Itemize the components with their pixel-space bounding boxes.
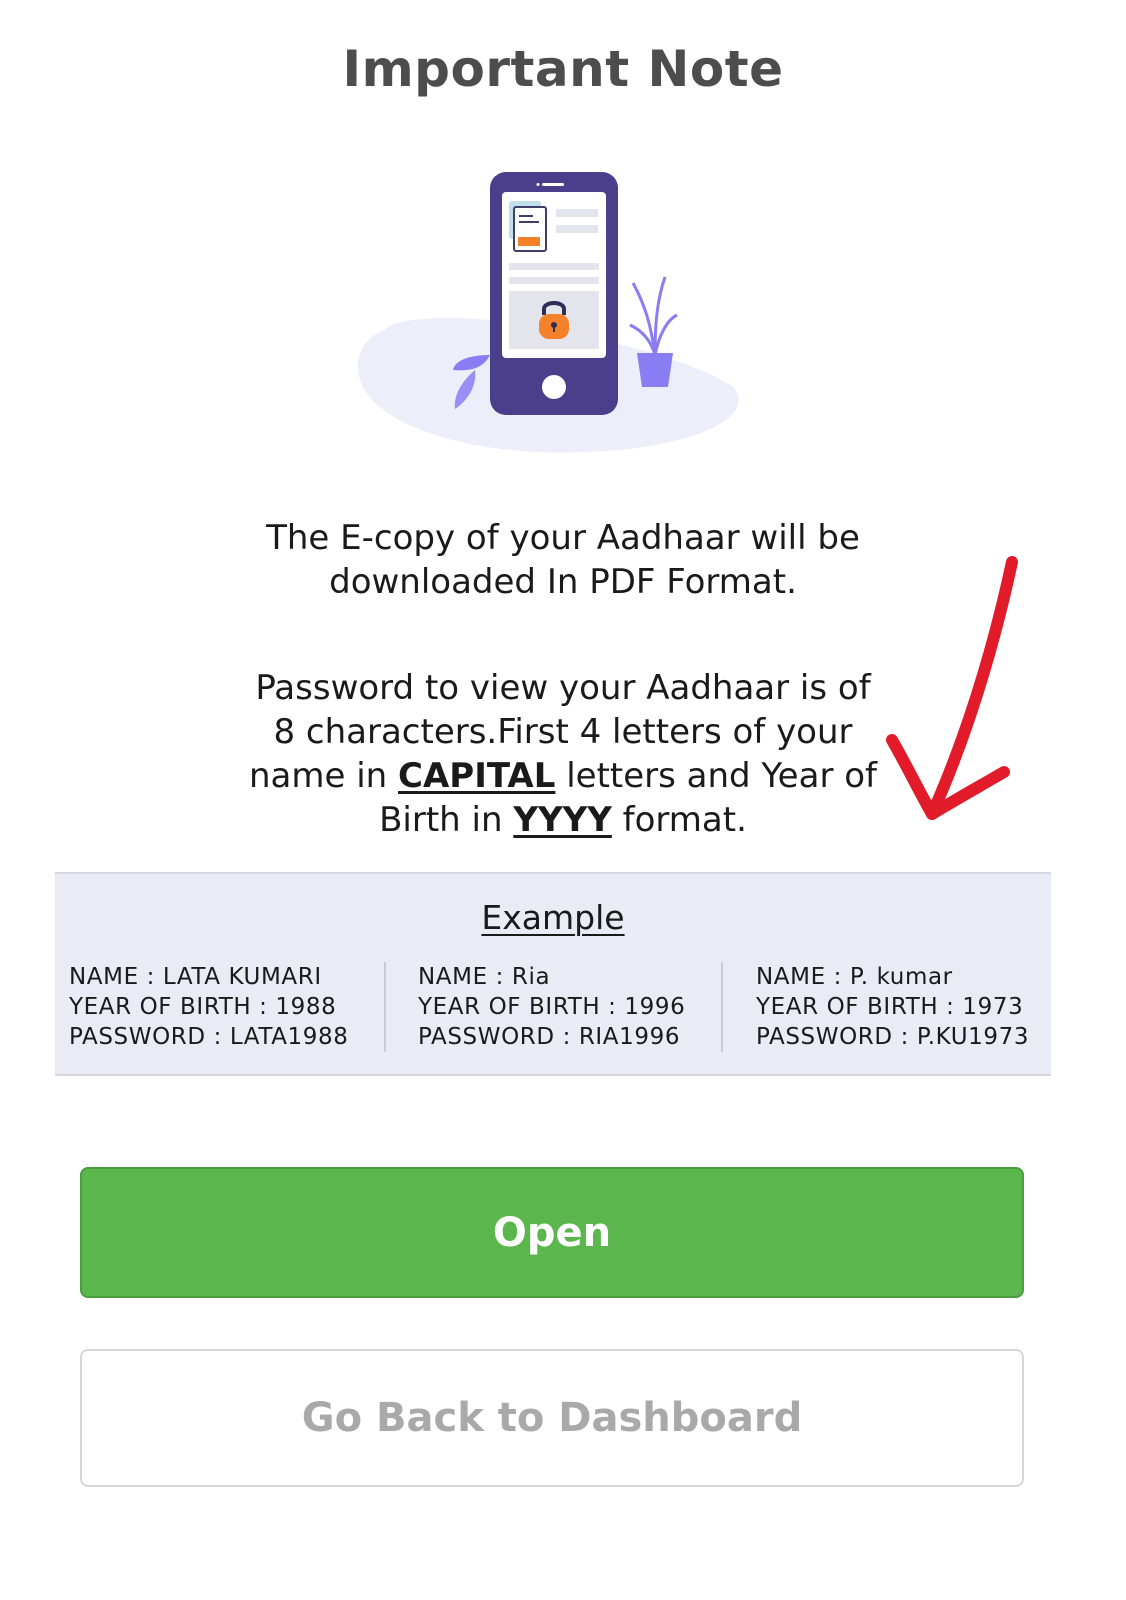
password-line-3-post: letters and Year of xyxy=(555,756,877,796)
example-name: NAME : LATA KUMARI xyxy=(69,964,322,990)
phone-lock-illustration xyxy=(357,172,739,453)
page-title: Important Note xyxy=(342,40,784,98)
example-password: PASSWORD : P.KU1973 xyxy=(756,1024,1030,1050)
plant-icon xyxy=(629,276,678,356)
open-button[interactable]: Open xyxy=(80,1167,1024,1298)
password-line-4-post: format. xyxy=(611,800,747,840)
example-name: NAME : Ria xyxy=(418,964,551,990)
red-arrow-icon xyxy=(886,556,1018,820)
divider xyxy=(721,962,723,1052)
example-year: YEAR OF BIRTH : 1996 xyxy=(418,994,686,1020)
yyyy-emphasis: YYYY xyxy=(513,800,612,840)
capital-emphasis: CAPITAL xyxy=(398,756,556,796)
go-back-to-dashboard-button[interactable]: Go Back to Dashboard xyxy=(80,1349,1024,1487)
home-button xyxy=(542,375,566,399)
example-item: NAME : LATA KUMARI YEAR OF BIRTH : 1988 … xyxy=(69,962,348,1052)
example-password: PASSWORD : RIA1996 xyxy=(418,1024,681,1050)
example-panel: Example NAME : LATA KUMARI YEAR OF BIRTH… xyxy=(55,872,1051,1076)
example-title: Example xyxy=(481,898,625,937)
example-year: YEAR OF BIRTH : 1988 xyxy=(69,994,337,1020)
example-item: NAME : P. kumar YEAR OF BIRTH : 1973 PAS… xyxy=(756,962,1029,1052)
example-year: YEAR OF BIRTH : 1973 xyxy=(756,994,1024,1020)
divider xyxy=(384,962,386,1052)
password-line-3-pre: name in xyxy=(248,756,399,796)
example-item: NAME : Ria YEAR OF BIRTH : 1996 PASSWORD… xyxy=(418,962,685,1052)
example-password: PASSWORD : LATA1988 xyxy=(69,1024,349,1050)
password-line-4-pre: Birth in xyxy=(379,800,514,840)
example-name: NAME : P. kumar xyxy=(756,964,953,990)
